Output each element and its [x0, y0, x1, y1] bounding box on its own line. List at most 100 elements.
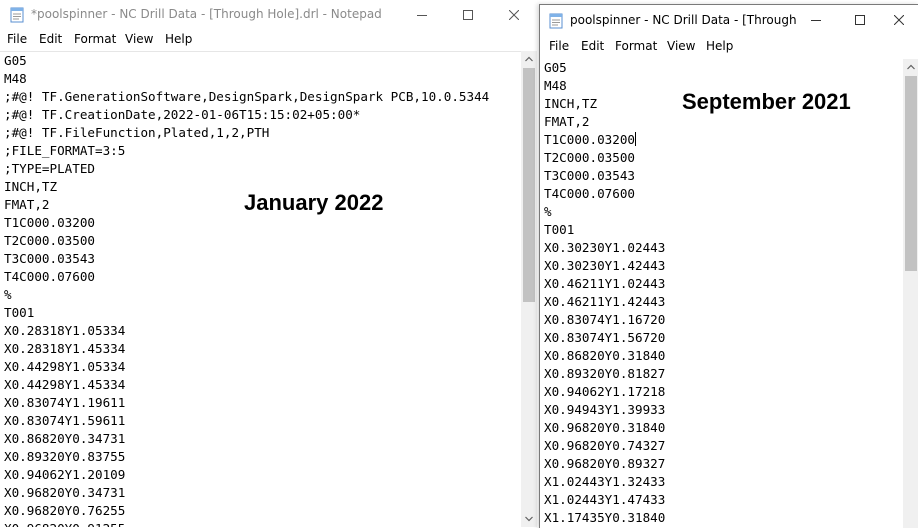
scroll-up-button[interactable]: [903, 59, 918, 75]
scroll-thumb[interactable]: [523, 68, 535, 302]
overlay-label-january-2022: January 2022: [244, 190, 384, 215]
text-line: X0.46211Y1.02443: [544, 276, 666, 291]
text-line: X0.30230Y1.02443: [544, 240, 666, 255]
text-line: %: [544, 204, 552, 219]
text-line: X0.83074Y1.59611: [4, 413, 126, 428]
text-line: ;#@! TF.CreationDate,2022-01-06T15:15:02…: [4, 107, 361, 122]
text-line: X0.94062Y1.17218: [544, 384, 666, 399]
scroll-up-button[interactable]: [521, 51, 537, 67]
text-line: X0.28318Y1.45334: [4, 341, 126, 356]
menu-file[interactable]: File: [549, 39, 569, 53]
menu-bar: File Edit Format View Help: [540, 37, 918, 57]
text-line: X0.30230Y1.42443: [544, 258, 666, 273]
notepad-window-left: *poolspinner - NC Drill Data - [Through …: [0, 0, 537, 527]
text-line: FMAT,2: [544, 114, 590, 129]
notepad-icon[interactable]: [9, 7, 25, 23]
text-line: %: [4, 287, 12, 302]
text-line: T3C000.03543: [4, 251, 95, 266]
text-line: X1.02443Y1.32433: [544, 474, 666, 489]
menu-file[interactable]: File: [7, 32, 27, 46]
menu-edit[interactable]: Edit: [581, 39, 604, 53]
maximize-button[interactable]: [445, 0, 491, 30]
scroll-down-button[interactable]: [521, 511, 537, 527]
overlay-label-september-2021: September 2021: [682, 89, 851, 114]
text-line: M48: [4, 71, 27, 86]
editor-text: G05 M48 ;#@! TF.GenerationSoftware,DesignS…: [4, 52, 489, 527]
menu-format[interactable]: Format: [74, 32, 116, 46]
chevron-up-icon: [525, 56, 533, 62]
title-bar[interactable]: *poolspinner - NC Drill Data - [Through …: [0, 0, 537, 30]
text-line: X0.96820Y0.91255: [4, 520, 489, 527]
text-line: X0.28318Y1.05334: [4, 323, 126, 338]
menu-view[interactable]: View: [125, 32, 153, 46]
maximize-icon: [855, 15, 865, 25]
notepad-window-right: poolspinner - NC Drill Data - [Through H…: [539, 4, 918, 528]
text-line: X0.44298Y1.05334: [4, 359, 126, 374]
chevron-down-icon: [525, 516, 533, 522]
text-line: X0.89320Y0.83755: [4, 449, 126, 464]
text-line: X0.46211Y1.42443: [544, 294, 666, 309]
text-line: INCH,TZ: [544, 96, 598, 111]
text-line: T1C000.03200: [544, 132, 636, 147]
maximize-button[interactable]: [840, 5, 880, 35]
text-line: X0.83074Y1.19611: [4, 395, 126, 410]
close-button[interactable]: [879, 5, 918, 35]
text-line: T4C000.07600: [4, 269, 95, 284]
text-line: X0.96820Y0.89327: [544, 456, 666, 471]
text-line: X0.86820Y0.31840: [544, 348, 666, 363]
text-line: X0.94062Y1.20109: [4, 467, 126, 482]
text-line: X0.96820Y0.34731: [4, 485, 126, 500]
minimize-icon: [417, 15, 427, 16]
text-line: X0.83074Y1.56720: [544, 330, 666, 345]
text-line: G05: [4, 53, 27, 68]
text-editor[interactable]: G05 M48 INCH,TZ FMAT,2 T1C000.03200 T2C000.03…: [540, 59, 903, 528]
text-line: X0.83074Y1.16720: [544, 312, 666, 327]
text-line: T3C000.03543: [544, 168, 635, 183]
text-line: X0.44298Y1.45334: [4, 377, 126, 392]
chevron-up-icon: [907, 64, 915, 70]
text-line: X0.94943Y1.39933: [544, 402, 666, 417]
text-line: T001: [4, 305, 35, 320]
text-editor[interactable]: G05 M48 ;#@! TF.GenerationSoftware,DesignS…: [0, 51, 521, 527]
text-line: T001: [544, 222, 575, 237]
maximize-icon: [463, 10, 473, 20]
vertical-scrollbar[interactable]: [903, 59, 918, 528]
menu-view[interactable]: View: [667, 39, 695, 53]
text-line: ;TYPE=PLATED: [4, 161, 95, 176]
text-line: X1.02443Y1.47433: [544, 492, 666, 507]
close-button[interactable]: [491, 0, 537, 30]
menu-help[interactable]: Help: [706, 39, 733, 53]
window-title: *poolspinner - NC Drill Data - [Through …: [31, 7, 382, 21]
text-line: X0.89320Y0.81827: [544, 366, 666, 381]
text-line: X0.96820Y0.31840: [544, 420, 666, 435]
text-line: X0.96820Y0.76255: [4, 503, 126, 518]
menu-format[interactable]: Format: [615, 39, 657, 53]
menu-help[interactable]: Help: [165, 32, 192, 46]
text-line: G05: [544, 60, 567, 75]
menu-edit[interactable]: Edit: [39, 32, 62, 46]
text-line: T4C000.07600: [544, 186, 635, 201]
minimize-button[interactable]: [399, 0, 445, 30]
menu-bar: File Edit Format View Help: [0, 30, 537, 50]
notepad-icon[interactable]: [548, 13, 564, 29]
minimize-button[interactable]: [796, 5, 836, 35]
title-bar[interactable]: poolspinner - NC Drill Data - [Through H…: [540, 5, 918, 35]
text-line: T2C000.03500: [4, 233, 95, 248]
minimize-icon: [811, 20, 821, 21]
close-icon: [509, 10, 519, 20]
text-line: X1.17435Y0.31840: [544, 510, 666, 525]
close-icon: [894, 15, 904, 25]
text-line: ;FILE_FORMAT=3:5: [4, 143, 126, 158]
text-line: X0.86820Y0.34731: [4, 431, 126, 446]
vertical-scrollbar[interactable]: [521, 51, 537, 527]
text-cursor: [635, 132, 636, 146]
text-line: T2C000.03500: [544, 150, 635, 165]
text-line: ;#@! TF.FileFunction,Plated,1,2,PTH: [4, 125, 270, 140]
editor-text: G05 M48 INCH,TZ FMAT,2 T1C000.03200 T2C000.03…: [544, 59, 665, 527]
text-line: ;#@! TF.GenerationSoftware,DesignSpark,D…: [4, 89, 490, 104]
scroll-thumb[interactable]: [905, 76, 917, 271]
window-title: poolspinner - NC Drill Data - [Through H…: [570, 13, 800, 27]
text-line: T1C000.03200: [4, 215, 95, 230]
text-line: M48: [544, 78, 567, 93]
text-line: X0.96820Y0.74327: [544, 438, 666, 453]
